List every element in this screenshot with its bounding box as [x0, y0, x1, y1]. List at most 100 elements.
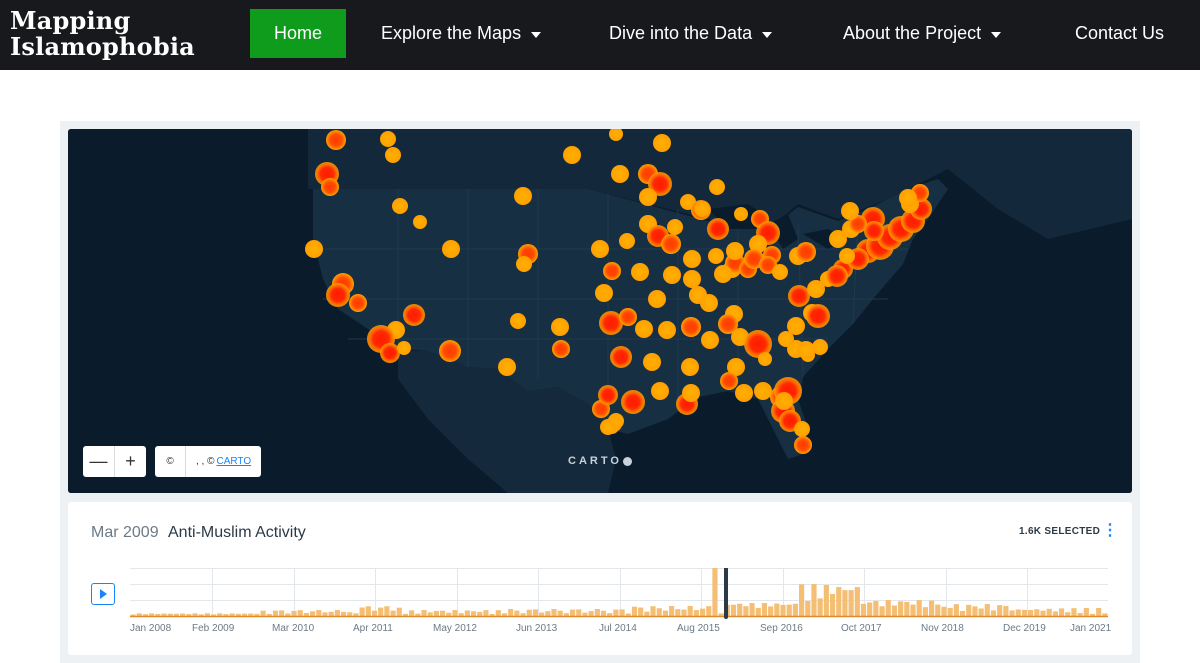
timeline-scrubber-handle[interactable]	[724, 568, 728, 619]
divider	[185, 446, 186, 477]
histogram-bar	[749, 603, 755, 616]
axis-tick-label: Jul 2014	[599, 623, 637, 634]
histogram-bar	[1071, 608, 1077, 616]
histogram-bar	[681, 609, 687, 616]
histogram-bar	[266, 613, 272, 616]
timeline-title: Anti-Muslim Activity	[168, 524, 306, 541]
histogram-bar	[347, 612, 353, 616]
carto-attribution-link[interactable]: CARTO	[216, 456, 251, 467]
histogram-bar	[867, 602, 873, 616]
histogram-bar	[458, 613, 464, 616]
copyright-icon[interactable]: ©	[155, 456, 185, 467]
chevron-down-icon	[531, 31, 542, 38]
histogram-bar	[1052, 611, 1058, 616]
selection-count: 1.6K SELECTED	[1019, 526, 1101, 537]
histogram-bar	[786, 604, 792, 616]
nav-home-button[interactable]: Home	[250, 9, 346, 58]
axis-tick-label: Feb 2009	[192, 623, 235, 634]
zoom-out-button[interactable]: —	[83, 446, 114, 477]
carto-logo: CARTO	[568, 455, 632, 467]
nav-about-the-project[interactable]: About the Project	[843, 9, 1002, 58]
histogram-bar	[755, 607, 761, 616]
axis-tick-label: Apr 2011	[353, 623, 393, 634]
histogram-bar	[192, 613, 198, 616]
histogram-bar	[291, 610, 297, 616]
map-attribution: © , , © CARTO	[155, 446, 261, 477]
histogram-bar	[371, 610, 378, 616]
histogram-bar	[161, 613, 167, 616]
histogram-bar	[384, 606, 390, 616]
histogram-bar	[848, 590, 854, 616]
histogram-bar	[619, 609, 625, 616]
histogram-bar	[285, 613, 291, 616]
histogram-bar	[433, 610, 439, 616]
histogram-bar	[836, 587, 842, 616]
nav-contact-us[interactable]: Contact Us	[1075, 9, 1164, 58]
map-canvas	[68, 129, 1132, 493]
histogram-bar	[873, 600, 879, 616]
activity-histogram[interactable]	[130, 568, 1108, 630]
histogram-bar	[254, 613, 260, 616]
current-date: Mar 2009	[91, 524, 159, 541]
histogram-bar	[997, 605, 1003, 616]
logo-line-1: Mapping	[10, 6, 131, 35]
histogram-bar	[1102, 613, 1108, 616]
histogram-bar	[854, 587, 860, 616]
nav-dive-into-the-data[interactable]: Dive into the Data	[609, 9, 773, 58]
histogram-bar	[607, 613, 613, 616]
histogram-bar	[334, 610, 340, 616]
histogram-bar	[922, 607, 928, 616]
histogram-bar	[817, 598, 823, 616]
logo-line-2: Islamophobia	[10, 32, 195, 61]
histogram-bar	[972, 606, 978, 616]
more-options-icon[interactable]: ⋮	[1102, 523, 1118, 539]
histogram-bar	[898, 601, 904, 616]
histogram-bar	[687, 606, 693, 616]
histogram-bar	[470, 611, 477, 616]
histogram-bar	[452, 610, 458, 616]
histogram-bar	[563, 613, 569, 616]
histogram-bar	[693, 610, 699, 616]
histogram-bar	[829, 593, 836, 616]
histogram-bar	[978, 608, 984, 616]
axis-tick-label: May 2012	[433, 623, 477, 634]
zoom-controls: — +	[83, 446, 146, 477]
nav-explore-the-maps[interactable]: Explore the Maps	[381, 9, 542, 58]
histogram-bar	[823, 584, 829, 616]
histogram-bar	[780, 604, 786, 616]
axis-tick-label: Sep 2016	[760, 623, 803, 634]
chevron-down-icon	[991, 31, 1002, 38]
histogram-bar	[204, 613, 210, 616]
axis-tick-label: Jan 2008	[130, 623, 172, 634]
histogram-bar	[588, 611, 594, 616]
histogram-bar	[1040, 610, 1046, 616]
histogram-bar	[136, 613, 142, 616]
histogram-bar	[297, 610, 303, 616]
histogram-bar	[149, 613, 155, 616]
histogram-bar	[359, 607, 365, 616]
histogram-bar	[402, 613, 409, 616]
histogram-bars	[130, 568, 1108, 616]
histogram-bar	[1034, 609, 1040, 616]
histogram-bar	[675, 609, 681, 616]
histogram-bar	[768, 606, 774, 616]
histogram-bar	[625, 613, 631, 616]
histogram-bar	[508, 609, 514, 616]
histogram-bar	[223, 614, 229, 616]
play-button[interactable]	[91, 583, 115, 605]
histogram-bar	[545, 611, 551, 616]
histogram-bar	[662, 610, 669, 616]
histogram-bar	[879, 606, 885, 616]
histogram-bar	[984, 604, 990, 616]
histogram-bar	[706, 606, 712, 616]
site-logo[interactable]: Mapping Islamophobia	[10, 8, 195, 60]
histogram-bar	[774, 603, 780, 616]
histogram-bar	[644, 611, 650, 616]
histogram-bar	[613, 609, 619, 616]
histogram-bar	[799, 584, 805, 616]
zoom-in-button[interactable]: +	[115, 446, 146, 477]
incident-map[interactable]: — + © , , © CARTO CARTO	[68, 129, 1132, 493]
histogram-bar	[1021, 609, 1028, 616]
histogram-bar	[743, 606, 749, 616]
histogram-bar	[439, 610, 446, 616]
